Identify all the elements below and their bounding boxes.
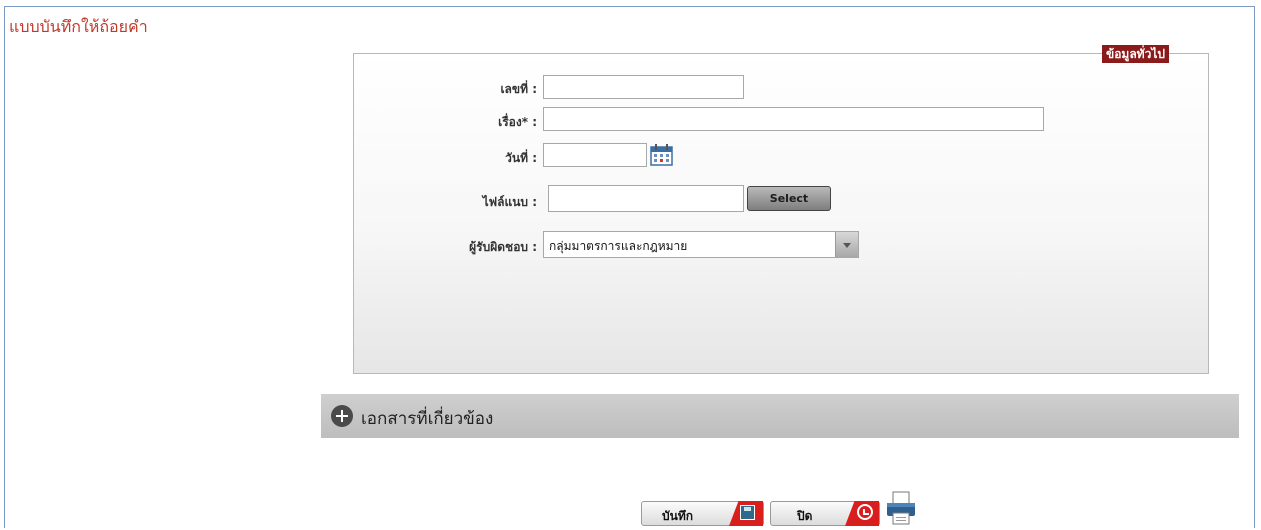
general-info-panel — [353, 53, 1209, 374]
general-info-label: ข้อมูลทั่วไป — [1102, 45, 1169, 63]
close-button-tab — [845, 501, 879, 526]
related-documents-bar[interactable]: เอกสารที่เกี่ยวข้อง — [321, 394, 1239, 438]
subject-input[interactable] — [543, 107, 1044, 131]
save-icon — [740, 505, 755, 520]
date-input[interactable] — [543, 143, 647, 167]
undo-icon — [857, 504, 873, 520]
number-input[interactable] — [543, 75, 744, 99]
page-title: แบบบันทึกให้ถ้อยคำ — [9, 17, 148, 36]
close-button[interactable]: ปิด — [770, 501, 880, 526]
number-label: เลขที่ : — [500, 82, 537, 96]
related-documents-label: เอกสารที่เกี่ยวข้อง — [361, 409, 494, 429]
responsible-select[interactable]: กลุ่มมาตรการและกฎหมาย — [543, 231, 859, 258]
date-label: วันที่ : — [505, 151, 537, 165]
calendar-icon[interactable] — [649, 143, 675, 167]
select-file-button[interactable]: Select — [747, 186, 831, 211]
save-button-tab — [729, 501, 763, 526]
subject-label: เรื่อง* : — [498, 115, 537, 129]
close-button-label: ปิด — [797, 509, 813, 523]
attachment-file-field[interactable] — [548, 185, 744, 212]
plus-circle-icon[interactable] — [331, 405, 353, 427]
responsible-label: ผู้รับผิดชอบ : — [469, 240, 537, 254]
attachment-label: ไฟล์แนบ : — [482, 195, 537, 209]
responsible-selected-value: กลุ่มมาตรการและกฎหมาย — [549, 239, 688, 253]
save-button[interactable]: บันทึก — [641, 501, 764, 526]
save-button-label: บันทึก — [662, 509, 693, 523]
chevron-down-icon[interactable] — [835, 232, 858, 257]
printer-icon[interactable] — [884, 490, 918, 526]
